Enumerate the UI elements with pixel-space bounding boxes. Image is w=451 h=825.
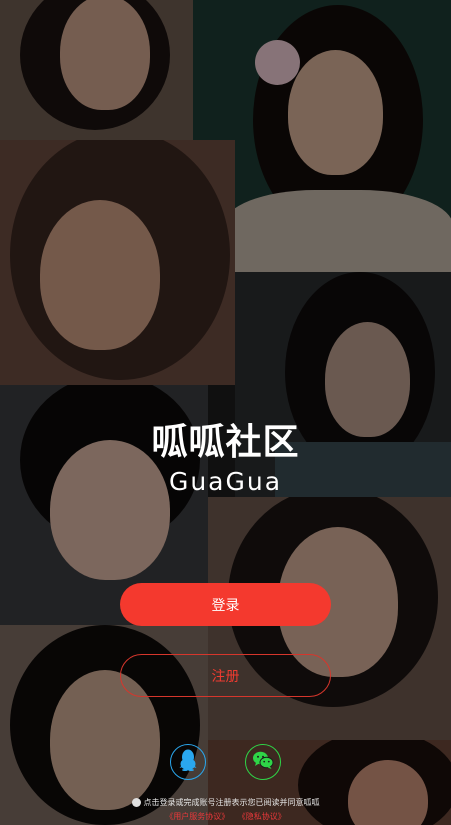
register-button[interactable]: 注册 (120, 654, 331, 697)
agreement-radio[interactable] (131, 798, 141, 807)
login-button[interactable]: 登录 (120, 583, 331, 626)
qq-penguin-icon (179, 749, 197, 775)
privacy-policy-link[interactable]: 《隐私协议》 (238, 812, 286, 821)
dark-overlay (0, 0, 451, 825)
wechat-icon (252, 750, 274, 774)
app-name-english: GuaGua (168, 467, 283, 496)
qq-login-button[interactable] (170, 744, 206, 780)
agreement-links: 《用户服务协议》 《隐私协议》 (0, 811, 451, 822)
agreement-text: 点击登录或完成账号注册表示您已阅读并同意呱呱 (143, 798, 320, 807)
background-photo-collage (0, 0, 451, 825)
agreement-row: 点击登录或完成账号注册表示您已阅读并同意呱呱 (0, 797, 451, 808)
wechat-login-button[interactable] (245, 744, 281, 780)
user-agreement-link[interactable]: 《用户服务协议》 (165, 812, 229, 821)
app-name-chinese: 呱呱社区 (151, 422, 300, 463)
